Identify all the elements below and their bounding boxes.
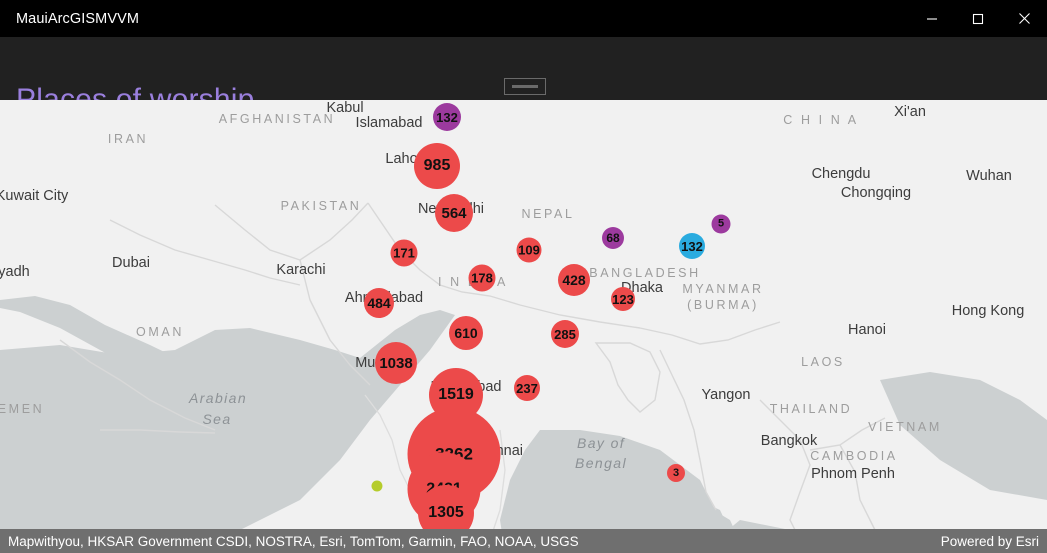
cluster-marker[interactable]: 123 <box>611 287 635 311</box>
window-drag-handle[interactable] <box>504 78 546 95</box>
cluster-marker[interactable]: 985 <box>414 143 460 189</box>
maximize-button[interactable] <box>955 0 1001 37</box>
cluster-marker[interactable]: 428 <box>558 264 590 296</box>
cluster-marker[interactable]: 285 <box>551 320 579 348</box>
minimize-button[interactable] <box>909 0 955 37</box>
cluster-marker[interactable]: 109 <box>516 237 542 263</box>
cluster-marker[interactable]: 237 <box>514 375 540 401</box>
cluster-marker[interactable]: 564 <box>435 194 473 232</box>
cluster-marker[interactable]: 68 <box>602 227 624 249</box>
window-title: MauiArcGISMVVM <box>16 10 140 27</box>
basemap-canvas <box>0 100 1047 553</box>
close-button[interactable] <box>1001 0 1047 37</box>
cluster-marker[interactable]: 610 <box>449 316 483 350</box>
basemap-geometry <box>0 100 1047 553</box>
cluster-marker[interactable]: 132 <box>433 103 461 131</box>
map-attribution-bar: Mapwithyou, HKSAR Government CSDI, NOSTR… <box>0 529 1047 553</box>
attribution-powered-by: Powered by Esri <box>940 533 1039 549</box>
cluster-marker[interactable]: 5 <box>711 214 731 234</box>
cluster-marker[interactable]: 484 <box>364 288 394 318</box>
cluster-marker[interactable]: 1038 <box>375 342 417 384</box>
map-view[interactable]: Kabul AFGHANISTAN Islamabad C H I N A Xi'an I… <box>0 100 1047 553</box>
application-window: MauiArcGISMVVM Places of worship <box>0 0 1047 553</box>
cluster-marker[interactable]: 171 <box>390 239 418 267</box>
title-bar: MauiArcGISMVVM <box>0 0 1047 37</box>
maximize-icon <box>972 13 984 24</box>
header-band: Places of worship <box>0 37 1047 116</box>
cluster-marker[interactable]: 3 <box>667 464 685 482</box>
drag-handle-bar <box>512 85 538 88</box>
attribution-sources: Mapwithyou, HKSAR Government CSDI, NOSTR… <box>8 533 579 549</box>
close-icon <box>1018 13 1030 24</box>
window-caption-buttons <box>909 0 1047 37</box>
single-point-marker[interactable] <box>371 480 383 492</box>
cluster-marker[interactable]: 132 <box>679 233 705 259</box>
cluster-marker[interactable]: 178 <box>468 264 496 292</box>
minimize-icon <box>927 17 937 20</box>
